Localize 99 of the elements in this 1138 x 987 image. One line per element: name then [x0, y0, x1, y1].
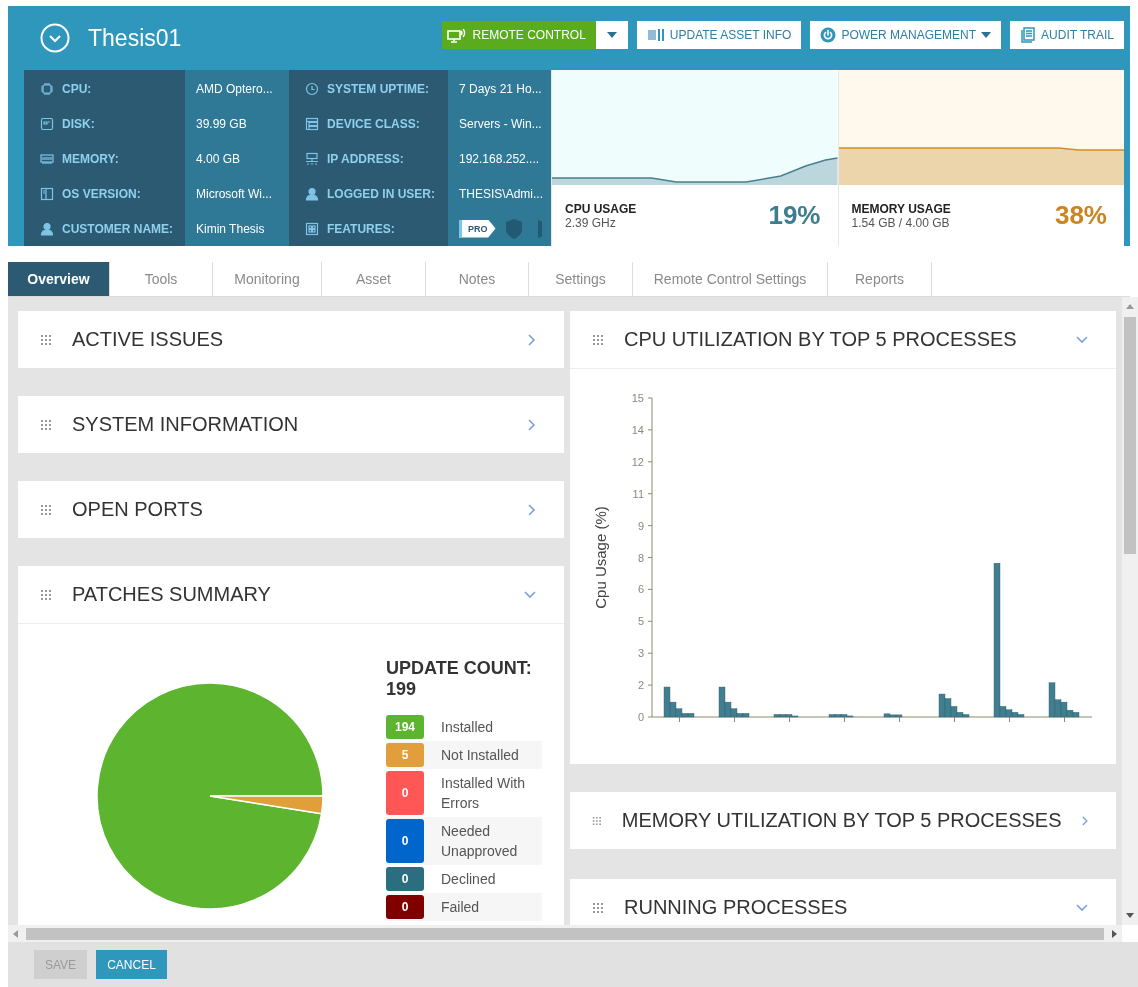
axis-title: Cpu Usage (%): [592, 506, 609, 609]
chevron-right-icon[interactable]: [528, 418, 536, 431]
chevron-down-icon[interactable]: [1076, 903, 1088, 912]
drag-handle-icon[interactable]: [40, 333, 52, 346]
usage-percent: 19%: [768, 200, 821, 231]
chevron-right-icon[interactable]: [528, 503, 536, 516]
info-label: CUSTOMER NAME:: [62, 221, 174, 236]
count-badge: 0: [386, 771, 424, 815]
legend-label: Failed: [441, 898, 480, 917]
info-label: CPU:: [62, 81, 92, 96]
tick-label: 14: [631, 423, 644, 436]
action-button[interactable]: UPDATE ASSET INFO: [636, 21, 802, 49]
window-icon: [40, 186, 54, 201]
drag-handle-icon[interactable]: [40, 588, 52, 601]
collapse-icon[interactable]: [40, 23, 70, 53]
scroll-left-icon[interactable]: [12, 928, 20, 939]
action-button[interactable]: POWER MANAGEMENT: [810, 21, 1002, 49]
info-value: Kimin Thesis: [196, 221, 265, 236]
action-button[interactable]: AUDIT TRAIL: [1010, 21, 1124, 49]
info-value: THESIS\Admi...: [459, 186, 544, 201]
tick-label: 9: [637, 519, 644, 532]
info-label: IP ADDRESS:: [327, 151, 404, 166]
update-count: 199: [386, 679, 418, 700]
count-badge: 194: [386, 715, 424, 739]
count-badge: 0: [386, 819, 424, 863]
usage-percent: 38%: [1054, 200, 1107, 231]
document-icon: [1020, 27, 1037, 43]
tick-label: 8: [637, 551, 644, 564]
legend-label: Needed Unapproved: [441, 822, 519, 861]
remote-control-button[interactable]: REMOTE CONTROL: [442, 21, 596, 49]
info-value: 4.00 GB: [196, 151, 241, 166]
count-badge: 0: [386, 867, 424, 891]
usage-detail: 2.39 GHz: [565, 215, 617, 230]
tick-label: 12: [631, 455, 644, 468]
info-value: AMD Optero...: [196, 81, 273, 96]
info-label: MEMORY:: [62, 151, 119, 166]
info-value: 192.168.252....: [459, 151, 540, 166]
usage-title: MEMORY USAGE: [851, 201, 951, 216]
info-label: SYSTEM UPTIME:: [327, 81, 429, 96]
tick-label: 11: [632, 487, 644, 500]
feature-badge: PRO: [459, 219, 496, 238]
panel-title: PATCHES SUMMARY: [72, 583, 272, 606]
horizontal-scrollbar[interactable]: [8, 925, 1122, 942]
count-badge: 5: [386, 743, 424, 767]
info-label: OS VERSION:: [62, 186, 141, 201]
tick-label: 0: [637, 711, 644, 723]
legend-label: Not Installed: [441, 746, 519, 765]
panel-title: RUNNING PROCESSES: [624, 896, 849, 919]
info-label: FEATURES:: [327, 221, 395, 236]
drag-handle-icon[interactable]: [40, 503, 52, 516]
info-value: Servers - Win...: [459, 116, 542, 131]
legend-label: Installed With Errors: [441, 774, 527, 813]
tick-label: 3: [637, 647, 644, 660]
panel-title: SYSTEM INFORMATION: [72, 413, 300, 436]
panel-title: OPEN PORTS: [72, 498, 204, 521]
tick-label: 6: [637, 583, 644, 596]
tick-label: 5: [637, 615, 644, 628]
chevron-down-icon[interactable]: [1076, 335, 1088, 344]
dropdown-button[interactable]: [595, 21, 628, 49]
person-icon: [40, 221, 54, 236]
panel-title: CPU UTILIZATION BY TOP 5 PROCESSES: [624, 328, 1018, 351]
drag-handle-icon[interactable]: [592, 333, 604, 346]
panel-title: MEMORY UTILIZATION BY TOP 5 PROCESSES: [621, 809, 1062, 832]
count-badge: 0: [386, 895, 424, 919]
tick-label: 2: [637, 679, 644, 692]
tick-label: 15: [631, 392, 644, 404]
info-label: DISK:: [62, 116, 95, 131]
usage-detail: 1.54 GB / 4.00 GB: [851, 215, 951, 230]
drag-handle-icon[interactable]: [592, 901, 604, 914]
tab[interactable]: Overview: [8, 262, 110, 296]
cancel-button[interactable]: CANCEL: [96, 950, 167, 979]
device-name: Thesis01: [88, 24, 182, 52]
usage-title: CPU USAGE: [565, 201, 637, 216]
info-label: DEVICE CLASS:: [327, 116, 420, 131]
chip-icon: [40, 81, 54, 96]
chevron-down-icon[interactable]: [524, 590, 536, 599]
grid-icon: [305, 221, 319, 236]
barcode-icon: [646, 28, 665, 42]
clock-icon: [305, 81, 319, 96]
scroll-right-icon[interactable]: [1110, 928, 1118, 939]
info-value: 39.99 GB: [196, 116, 247, 131]
drag-handle-icon[interactable]: [592, 814, 602, 827]
info-value: 7 Days 21 Ho...: [459, 81, 542, 96]
chevron-right-icon[interactable]: [528, 333, 536, 346]
legend-label: Declined: [441, 870, 496, 889]
server-icon: [305, 116, 319, 131]
info-value: Microsoft Wi...: [196, 186, 272, 201]
memory-icon: [40, 151, 54, 166]
info-label: LOGGED IN USER:: [327, 186, 435, 201]
chevron-right-icon[interactable]: [1081, 814, 1088, 827]
update-count-label: UPDATE COUNT:: [386, 658, 533, 679]
power-icon: [820, 27, 837, 43]
panel-title: ACTIVE ISSUES: [72, 328, 225, 351]
person-icon: [305, 186, 319, 201]
legend-label: Installed: [441, 718, 494, 737]
monitor-icon: [447, 27, 468, 43]
vertical-scrollbar[interactable]: [1122, 297, 1138, 925]
drag-handle-icon[interactable]: [40, 418, 52, 431]
network-icon: [305, 151, 319, 166]
